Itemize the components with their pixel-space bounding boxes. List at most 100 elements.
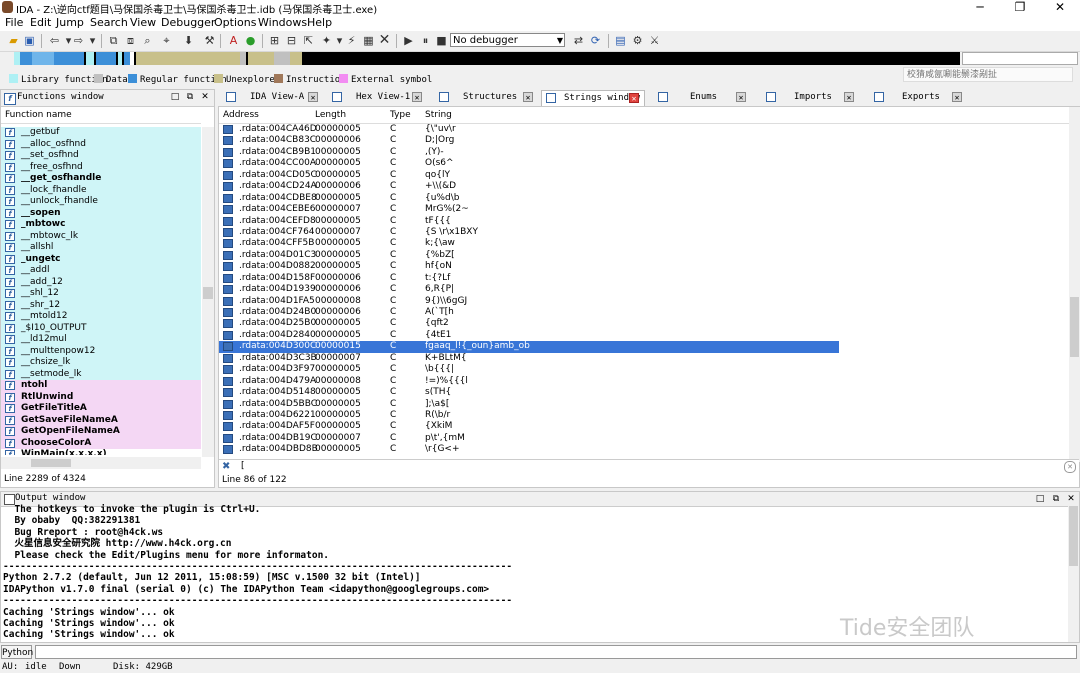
string-row[interactable]: .rdata:004D479A 00000008 C !=)%{{{l xyxy=(219,376,1069,387)
function-list-item[interactable]: f __mtold12 xyxy=(1,311,201,323)
function-list-item[interactable]: f __unlock_fhandle xyxy=(1,196,201,208)
function-list-item[interactable]: f __getbuf xyxy=(1,127,201,139)
panel-float-icon[interactable]: ⧉ xyxy=(184,91,196,103)
tab-exports[interactable]: Exports ✕ xyxy=(870,90,972,105)
tab-ida-view-a[interactable]: IDA View-A ✕ xyxy=(222,90,326,105)
panel-restore-icon[interactable]: □ xyxy=(169,91,181,103)
menu-windows[interactable]: Windows xyxy=(258,16,307,29)
pause-icon[interactable]: ⏸ xyxy=(419,34,432,47)
string-row[interactable]: .rdata:004D24B0 00000006 C A(`T[h xyxy=(219,307,1069,318)
string-row[interactable]: .rdata:004D3C3B 00000007 C K+BLtM{ xyxy=(219,353,1069,364)
string-row[interactable]: .rdata:004D5BBC 00000005 C];\a$[ xyxy=(219,399,1069,410)
menu-view[interactable]: View xyxy=(130,16,156,29)
patch-icon[interactable]: ⚒ xyxy=(203,34,216,47)
graph-icon[interactable]: ⊞ xyxy=(268,34,281,47)
column-type[interactable]: Type xyxy=(390,110,411,120)
column-string[interactable]: String xyxy=(425,110,452,120)
string-row[interactable]: .rdata:004D0882 00000005 Chf{oN xyxy=(219,261,1069,272)
tab-close-icon[interactable]: ✕ xyxy=(952,92,962,102)
output-vertical-scrollbar[interactable] xyxy=(1068,506,1079,642)
string-row[interactable]: .rdata:004DBD8B 00000005 C \r{G<+ xyxy=(219,444,1069,455)
forward-arrow-icon[interactable]: ⇨ xyxy=(72,34,85,47)
menu-options[interactable]: Options xyxy=(214,16,256,29)
string-row[interactable]: .rdata:004CC00A 00000005 C O(s6^ xyxy=(219,158,1069,169)
function-list-item[interactable]: f RtlUnwind xyxy=(1,391,201,403)
save-icon[interactable]: ▣ xyxy=(23,34,36,47)
string-row[interactable]: .rdata:004CFF5B 00000005 Ck;{\aw xyxy=(219,238,1069,249)
function-list-item[interactable]: f __mbtowc_lk xyxy=(1,230,201,242)
function-name-column-header[interactable]: Function name xyxy=(1,110,201,124)
string-row[interactable]: .rdata:004D1FA5 00000008 C 9{)\\6gGJ xyxy=(219,296,1069,307)
function-list-item[interactable]: f GetSaveFileNameA xyxy=(1,414,201,426)
string-row[interactable]: .rdata:004CB9B1 00000005 C ,(Y)- xyxy=(219,147,1069,158)
menu-help[interactable]: Help xyxy=(307,16,332,29)
maximize-button[interactable]: ❐ xyxy=(1000,0,1040,15)
tab-close-icon[interactable]: ✕ xyxy=(844,92,854,102)
tab-hex-view[interactable]: Hex View-1 ✕ xyxy=(328,90,432,105)
filter-close-icon[interactable]: ✖ xyxy=(222,461,230,472)
navigation-band[interactable] xyxy=(14,52,960,65)
function-list-item[interactable]: f GetOpenFileNameA xyxy=(1,426,201,438)
tab-imports[interactable]: Imports ✕ xyxy=(762,90,862,105)
string-row[interactable]: .rdata:004CD05C 00000005 Cqo{lY xyxy=(219,170,1069,181)
tab-close-icon[interactable]: ✕ xyxy=(523,92,533,102)
function-list-item[interactable]: f __shr_12 xyxy=(1,299,201,311)
column-length[interactable]: Length xyxy=(315,110,346,120)
cancel-icon[interactable]: ✕ xyxy=(378,33,391,47)
string-row[interactable]: .rdata:004DB19C 00000007 Cp\t',{mM xyxy=(219,433,1069,444)
tab-close-icon[interactable]: ✕ xyxy=(412,92,422,102)
string-row[interactable]: .rdata:004D2840 00000005 C {4tE1 xyxy=(219,330,1069,341)
function-list-item[interactable]: f _mbtowc xyxy=(1,219,201,231)
debugger-select[interactable]: No debugger ▼ xyxy=(450,33,565,47)
function-list-item[interactable]: f __setmode_lk xyxy=(1,368,201,380)
strings-icon[interactable]: A xyxy=(227,34,240,47)
strings-vertical-scrollbar[interactable] xyxy=(1069,107,1080,462)
string-row[interactable]: .rdata:004D3F97 00000005 C \b{{{| xyxy=(219,364,1069,375)
string-row[interactable]: .rdata:004D1939 00000006 C 6,R{P| xyxy=(219,284,1069,295)
play-icon[interactable]: ▶ xyxy=(402,34,415,47)
search-text-icon[interactable]: ⌖ xyxy=(160,34,173,47)
panel-close-icon[interactable]: ✕ xyxy=(199,91,211,103)
python-button[interactable]: Python xyxy=(1,645,33,659)
string-row-selected[interactable]: .rdata:004D300C 00000015 Cfgaaq_l!{_oun}am… xyxy=(219,341,839,353)
function-list-item[interactable]: f WinMain(x,x,x,x) xyxy=(1,449,201,455)
tab-structures[interactable]: Structures ✕ xyxy=(435,90,539,105)
tools-icon[interactable]: ⚙ xyxy=(631,34,644,47)
function-list-item[interactable]: f _$I10_OUTPUT xyxy=(1,322,201,334)
function-list-item[interactable]: f _ungetc xyxy=(1,253,201,265)
tab-strings-window[interactable]: Strings window ✕ xyxy=(541,90,645,106)
menu-edit[interactable]: Edit xyxy=(30,16,51,29)
close-window-button[interactable]: ✕ xyxy=(1040,0,1080,15)
function-list-item[interactable]: f __alloc_osfhnd xyxy=(1,138,201,150)
function-list-item[interactable]: f GetFileTitleA xyxy=(1,403,201,415)
functions-horizontal-scrollbar[interactable] xyxy=(1,457,201,469)
function-list-item[interactable]: f __addl xyxy=(1,265,201,277)
plugin-icon[interactable]: ✦ xyxy=(320,34,333,47)
function-list-item[interactable]: f __ld12mul xyxy=(1,334,201,346)
function-list-item[interactable]: f __multtenpow12 xyxy=(1,345,201,357)
function-list-item[interactable]: f __add_12 xyxy=(1,276,201,288)
filter-clear-icon[interactable]: ✕ xyxy=(1064,461,1076,473)
function-list-item[interactable]: f ChooseColorA xyxy=(1,437,201,449)
string-row[interactable]: .rdata:004CF764 00000007 C {S \r\x1BXY xyxy=(219,227,1069,238)
image-icon[interactable]: ▦ xyxy=(362,34,375,47)
xref-icon[interactable]: ⇱ xyxy=(302,34,315,47)
forward-dropdown-icon[interactable]: ▾ xyxy=(86,34,99,47)
back-arrow-icon[interactable]: ⇦ xyxy=(48,34,61,47)
stop-icon[interactable]: ■ xyxy=(435,34,448,47)
string-row[interactable]: .rdata:004D158F 00000006 Ct:{?Lf xyxy=(219,273,1069,284)
menu-search[interactable]: Search xyxy=(90,16,128,29)
tab-close-icon[interactable]: ✕ xyxy=(736,92,746,102)
string-row[interactable]: .rdata:004CA46D 00000005 C {\"uv\r xyxy=(219,124,1069,135)
string-row[interactable]: .rdata:004CD24A 00000006 C +\\(&D xyxy=(219,181,1069,192)
breakpoints-icon[interactable]: ▤ xyxy=(614,34,627,47)
function-list-item[interactable]: f __free_osfhnd xyxy=(1,161,201,173)
menu-debugger[interactable]: Debugger xyxy=(161,16,215,29)
copy-icon[interactable]: ⧉ xyxy=(107,34,120,47)
tab-enums[interactable]: Enums ✕ xyxy=(654,90,754,105)
menu-file[interactable]: File xyxy=(5,16,23,29)
refresh-icon[interactable]: ⟳ xyxy=(589,34,602,47)
search-binary-icon[interactable]: ⌕ xyxy=(141,34,154,47)
python-input[interactable] xyxy=(35,645,1077,659)
string-row[interactable]: .rdata:004D25B0 00000005 C {qft2 xyxy=(219,318,1069,329)
